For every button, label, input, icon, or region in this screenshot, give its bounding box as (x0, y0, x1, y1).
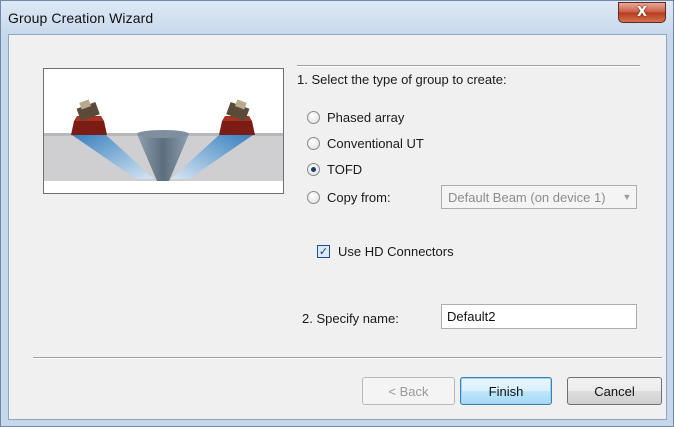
top-divider (297, 65, 640, 67)
option-conventional-ut[interactable]: Conventional UT (307, 134, 424, 152)
tofd-radio[interactable] (307, 162, 320, 176)
step1-label: 1. Select the type of group to create: (297, 72, 507, 87)
use-hd-connectors-label: Use HD Connectors (338, 243, 454, 259)
bottom-divider (33, 357, 662, 359)
option-tofd[interactable]: TOFD (307, 160, 362, 178)
copy-from-dropdown[interactable]: Default Beam (on device 1) ▼ (441, 185, 637, 209)
cancel-button[interactable]: Cancel (567, 377, 662, 405)
left-probe (71, 99, 107, 135)
conventional-ut-radio[interactable] (307, 136, 320, 150)
copy-from-value: Default Beam (on device 1) (448, 189, 606, 205)
chevron-down-icon: ▼ (622, 192, 632, 202)
option-phased-array[interactable]: Phased array (307, 108, 404, 126)
title-bar[interactable]: Group Creation Wizard X (1, 1, 673, 35)
close-button[interactable]: X (618, 2, 666, 23)
use-hd-connectors-option[interactable]: ✓ Use HD Connectors (317, 242, 454, 260)
phased-array-label: Phased array (327, 109, 405, 125)
tofd-illustration (44, 99, 283, 181)
window-title: Group Creation Wizard (8, 10, 154, 26)
step2-label: 2. Specify name: (302, 311, 399, 326)
finish-button[interactable]: Finish (460, 377, 552, 405)
right-probe (219, 99, 255, 135)
conventional-ut-label: Conventional UT (327, 135, 424, 151)
close-icon: X (636, 5, 648, 20)
group-type-preview (43, 68, 284, 194)
use-hd-connectors-checkbox[interactable]: ✓ (317, 244, 330, 258)
tofd-label: TOFD (327, 161, 363, 177)
group-name-input[interactable]: Default2 (441, 304, 637, 329)
phased-array-radio[interactable] (307, 110, 320, 124)
copy-from-radio[interactable] (307, 190, 320, 204)
option-copy-from[interactable]: Copy from: (307, 188, 391, 206)
back-button[interactable]: < Back (362, 377, 455, 405)
copy-from-label: Copy from: (327, 189, 391, 205)
